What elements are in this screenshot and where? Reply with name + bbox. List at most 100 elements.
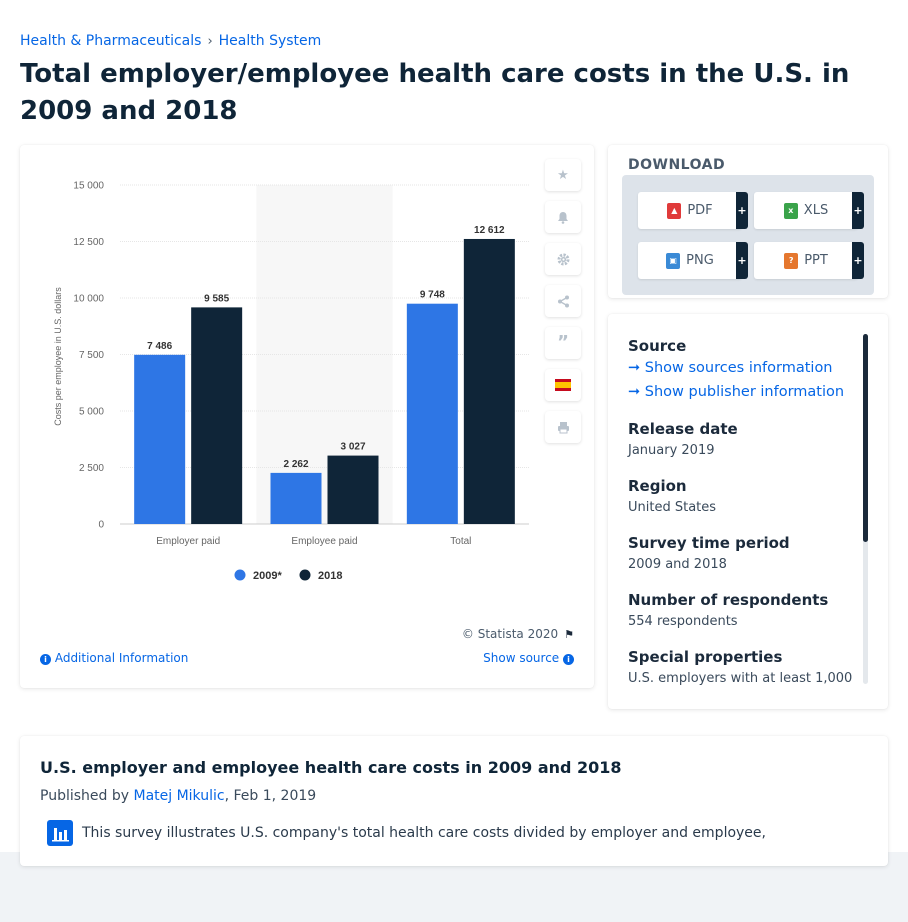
chart-toolbar: ★ ” — [545, 159, 581, 443]
published-by: Published by Matej Mikulic, Feb 1, 2019 — [40, 788, 316, 804]
data-label: 7 486 — [147, 341, 172, 352]
description-text: This survey illustrates U.S. company's t… — [82, 825, 766, 841]
legend-label: 2018 — [318, 570, 342, 582]
xls-file-icon: x — [783, 202, 798, 219]
respondents-value: 554 respondents — [628, 614, 738, 629]
info-icon: i — [40, 654, 51, 665]
settings-button[interactable] — [545, 243, 581, 275]
source-details: Source ➞ Show sources information ➞ Show… — [628, 336, 853, 704]
bar — [327, 455, 379, 524]
bar — [134, 354, 186, 524]
download-png-label: PNG — [686, 253, 714, 268]
ppt-file-icon: ? — [784, 252, 799, 269]
data-label: 9 585 — [204, 293, 229, 304]
x-tick-label: Employer paid — [156, 536, 220, 547]
publish-date: , Feb 1, 2019 — [224, 788, 317, 804]
bell-icon — [558, 211, 568, 224]
author-link[interactable]: Matej Mikulic — [133, 788, 224, 804]
print-button[interactable] — [545, 411, 581, 443]
breadcrumb: Health & Pharmaceuticals › Health System — [20, 33, 321, 49]
copyright-text: © Statista 2020 ⚑ — [462, 627, 574, 641]
published-by-label: Published by — [40, 788, 130, 804]
breadcrumb-link-health-pharmaceuticals[interactable]: Health & Pharmaceuticals — [20, 33, 201, 49]
bar — [406, 303, 458, 524]
download-xls-button[interactable]: x XLS + — [754, 192, 864, 229]
show-source-link[interactable]: Show source i — [483, 651, 574, 665]
legend-label: 2009* — [253, 570, 282, 582]
respondents-label: Number of respondents — [628, 591, 829, 609]
print-icon — [557, 421, 569, 433]
bar — [463, 238, 515, 524]
show-publisher-label: Show publisher information — [644, 384, 845, 400]
special-properties-value: U.S. employers with at least 1,000 — [628, 671, 853, 686]
bar — [270, 472, 322, 524]
download-png-plus[interactable]: + — [736, 242, 748, 279]
data-label: 2 262 — [283, 459, 308, 470]
download-ppt-plus[interactable]: + — [852, 242, 864, 279]
data-label: 9 748 — [420, 290, 445, 301]
download-title: DOWNLOAD — [628, 157, 726, 173]
download-card: DOWNLOAD ▲ PDF + x XLS + ▣ PNG + ? PPT + — [608, 145, 888, 298]
alert-button[interactable] — [545, 201, 581, 233]
download-xls-plus[interactable]: + — [852, 192, 864, 229]
download-xls-label: XLS — [803, 203, 829, 218]
region-value: United States — [628, 500, 717, 515]
download-png-button[interactable]: ▣ PNG + — [638, 242, 748, 279]
flag-icon[interactable]: ⚑ — [564, 628, 574, 641]
show-sources-link[interactable]: ➞ Show sources information — [628, 356, 853, 380]
release-date-value: January 2019 — [628, 443, 715, 458]
source-scrollbar-thumb[interactable] — [863, 334, 868, 542]
share-icon — [557, 295, 569, 307]
gear-icon — [557, 253, 569, 265]
cite-button[interactable]: ” — [545, 327, 581, 359]
download-pdf-label: PDF — [687, 203, 713, 218]
bar-chart: 0 2 500 5 000 7 500 10 000 12 500 15 000 Costs … — [53, 181, 529, 582]
download-pdf-plus[interactable]: + — [736, 192, 748, 229]
download-options: ▲ PDF + x XLS + ▣ PNG + ? PPT + — [622, 175, 874, 295]
description-card: U.S. employer and employee health care c… — [20, 736, 888, 866]
legend-marker — [299, 569, 311, 581]
special-properties-label: Special properties — [628, 648, 783, 666]
release-date-label: Release date — [628, 420, 738, 438]
y-tick-label: 2 500 — [79, 463, 104, 474]
chart-card: 0 2 500 5 000 7 500 10 000 12 500 15 000 Costs … — [20, 145, 594, 688]
x-tick-label: Total — [450, 536, 471, 547]
star-icon: ★ — [557, 167, 569, 183]
flag-spain-icon — [555, 379, 571, 391]
additional-information-link[interactable]: i Additional Information — [40, 651, 188, 665]
source-heading: Source — [628, 337, 687, 355]
png-file-icon: ▣ — [666, 252, 681, 269]
info-icon: i — [563, 654, 574, 665]
data-label: 3 027 — [340, 442, 365, 453]
page-title: Total employer/employee health care cost… — [20, 59, 850, 126]
show-source-label: Show source — [483, 651, 560, 665]
y-axis-label: Costs per employee in U.S. dollars — [53, 287, 63, 426]
quote-icon: ” — [557, 332, 569, 353]
download-ppt-label: PPT — [804, 253, 828, 268]
share-button[interactable] — [545, 285, 581, 317]
source-card: Source ➞ Show sources information ➞ Show… — [608, 314, 888, 709]
favorite-button[interactable]: ★ — [545, 159, 581, 191]
y-tick-label: 12 500 — [73, 237, 104, 248]
pdf-file-icon: ▲ — [667, 202, 682, 219]
description-title: U.S. employer and employee health care c… — [40, 758, 622, 777]
x-tick-label: Employee paid — [291, 536, 357, 547]
download-ppt-button[interactable]: ? PPT + — [754, 242, 864, 279]
y-tick-label: 0 — [98, 520, 104, 531]
bar-chart-icon — [47, 820, 73, 846]
source-scrollbar[interactable] — [863, 334, 868, 684]
y-tick-label: 7 500 — [79, 350, 104, 361]
legend-marker — [234, 569, 246, 581]
y-tick-label: 15 000 — [73, 181, 104, 192]
download-pdf-button[interactable]: ▲ PDF + — [638, 192, 748, 229]
copyright-label: © Statista 2020 — [461, 627, 559, 641]
language-button[interactable] — [545, 369, 581, 401]
arrow-right-icon: ➞ — [628, 384, 641, 400]
arrow-right-icon: ➞ — [628, 360, 641, 376]
bar — [191, 307, 243, 524]
survey-period-label: Survey time period — [628, 534, 790, 552]
show-publisher-link[interactable]: ➞ Show publisher information — [628, 380, 853, 404]
y-tick-label: 5 000 — [79, 407, 104, 418]
y-tick-label: 10 000 — [73, 294, 104, 305]
breadcrumb-link-health-system[interactable]: Health System — [219, 33, 322, 49]
